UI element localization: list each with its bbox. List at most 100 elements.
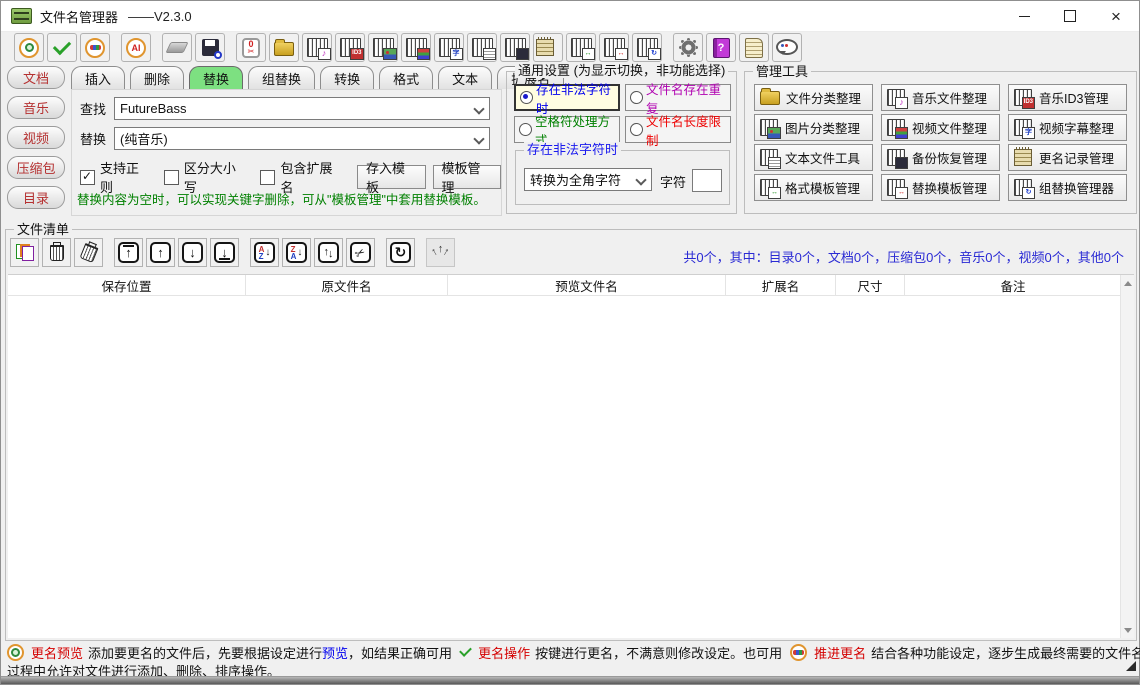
move-down-icon: ↓ <box>182 242 203 263</box>
tool-video-subtitle[interactable]: 字视频字幕整理 <box>1008 114 1127 141</box>
format-template-button[interactable] <box>566 33 596 62</box>
music-files-button[interactable]: ♪ <box>302 33 332 62</box>
option-space-handling[interactable]: 空格符处理方式 <box>514 116 620 143</box>
column-preview-name[interactable]: 预览文件名 <box>448 275 726 295</box>
tab-replace[interactable]: 替换 <box>189 66 243 89</box>
tool-text-tools[interactable]: 文本文件工具 <box>754 144 873 171</box>
find-input[interactable]: FutureBass <box>114 97 490 120</box>
move-top-button[interactable]: ↑ <box>114 238 143 267</box>
chevron-down-icon[interactable] <box>635 174 646 185</box>
tool-format-template[interactable]: 格式模板管理 <box>754 174 873 201</box>
tab-delete[interactable]: 删除 <box>130 66 184 89</box>
subtitle-button[interactable]: 字 <box>434 33 464 62</box>
move-down-button[interactable]: ↓ <box>178 238 207 267</box>
tab-insert[interactable]: 插入 <box>71 66 125 89</box>
preview-button[interactable] <box>14 33 44 62</box>
column-original-name[interactable]: 原文件名 <box>246 275 448 295</box>
delete-files-button[interactable] <box>42 238 71 267</box>
move-up-button[interactable]: ↑ <box>146 238 175 267</box>
resize-grip[interactable] <box>1126 661 1136 671</box>
rename-log-button[interactable] <box>533 33 563 62</box>
scroll-up-button[interactable] <box>1121 275 1134 291</box>
floppy-clock-icon <box>202 39 219 56</box>
tool-music-id3[interactable]: ID3音乐ID3管理 <box>1008 84 1127 111</box>
picture-stack-icon <box>760 119 778 136</box>
picture-files-button[interactable] <box>368 33 398 62</box>
ai-button[interactable]: AI <box>121 33 151 62</box>
tool-video-files[interactable]: 视频文件整理 <box>881 114 1000 141</box>
char-input[interactable] <box>692 169 722 192</box>
sort-asc-button[interactable]: AZ↓ <box>250 238 279 267</box>
replace-template-button[interactable] <box>599 33 629 62</box>
file-classify-button[interactable] <box>269 33 299 62</box>
subtitle-stack-icon: 字 <box>439 38 460 57</box>
column-save-path[interactable]: 保存位置 <box>8 275 246 295</box>
reverse-order-button[interactable]: ↑↓ <box>314 238 343 267</box>
tab-convert[interactable]: 转换 <box>320 66 374 89</box>
management-tools-title: 管理工具 <box>753 64 811 79</box>
brush-button[interactable] <box>162 33 192 62</box>
tool-replace-template[interactable]: 替换模板管理 <box>881 174 1000 201</box>
replace-input[interactable]: (纯音乐) <box>114 127 490 150</box>
tool-group-replace[interactable]: 组替换管理器 <box>1008 174 1127 201</box>
help-button[interactable]: ? <box>706 33 736 62</box>
text-files-button[interactable] <box>467 33 497 62</box>
save-template-button[interactable]: 存入模板 <box>357 165 426 189</box>
function-tabs: 插入 删除 替换 组替换 转换 格式 文本 扩展名 <box>71 66 569 89</box>
backup-button[interactable] <box>500 33 530 62</box>
minimize-button[interactable] <box>1001 1 1047 31</box>
about-button[interactable] <box>772 33 802 62</box>
maximize-button[interactable] <box>1047 1 1093 31</box>
tool-file-classify[interactable]: 文件分类整理 <box>754 84 873 111</box>
chevron-down-icon[interactable] <box>473 103 484 114</box>
spread-arrows-icon: ↑↑↑ <box>432 247 449 258</box>
tab-text[interactable]: 文本 <box>438 66 492 89</box>
advance-rename-button[interactable] <box>80 33 110 62</box>
option-length-limit[interactable]: 文件名长度限制 <box>625 116 731 143</box>
tool-music-files[interactable]: ♪音乐文件整理 <box>881 84 1000 111</box>
license-button[interactable] <box>739 33 769 62</box>
scroll-down-button[interactable] <box>1121 622 1134 638</box>
spread-rename-button[interactable]: ↑↑↑ <box>426 238 455 267</box>
clear-files-button[interactable] <box>74 238 103 267</box>
text-stack-icon <box>472 38 493 57</box>
trim-button[interactable]: 0 <box>236 33 266 62</box>
rename-button[interactable] <box>47 33 77 62</box>
app-icon <box>11 8 32 24</box>
option-duplicate-name[interactable]: 文件名存在重复 <box>625 84 731 111</box>
vertical-scrollbar[interactable] <box>1120 275 1134 638</box>
tool-rename-log[interactable]: 更名记录管理 <box>1008 144 1127 171</box>
tool-backup-restore[interactable]: 备份恢复管理 <box>881 144 1000 171</box>
shuffle-button[interactable]: ✂ <box>346 238 375 267</box>
tool-picture-classify[interactable]: 图片分类整理 <box>754 114 873 141</box>
sort-desc-button[interactable]: ZA↓ <box>282 238 311 267</box>
column-size[interactable]: 尺寸 <box>836 275 905 295</box>
column-note[interactable]: 备注 <box>905 275 1122 295</box>
sidebar-item-docs[interactable]: 文档 <box>7 66 65 89</box>
sidebar-item-archive[interactable]: 压缩包 <box>7 156 65 179</box>
file-list-title: 文件清单 <box>14 222 72 237</box>
replace-panel: 查找 FutureBass 替换 (纯音乐) 支持正则 区分大小写 包含扩展名 … <box>71 89 502 216</box>
sidebar-item-music[interactable]: 音乐 <box>7 96 65 119</box>
close-button[interactable]: × <box>1093 1 1139 31</box>
move-up-icon: ↑ <box>150 242 171 263</box>
refresh-button[interactable]: ↻ <box>386 238 415 267</box>
settings-button[interactable] <box>673 33 703 62</box>
id3-stack-icon: ID3 <box>1014 89 1032 106</box>
illegal-char-action-select[interactable]: 转换为全角字符 <box>524 168 652 191</box>
speech-bubble-icon <box>776 39 798 55</box>
tab-group-replace[interactable]: 组替换 <box>248 66 315 89</box>
column-extension[interactable]: 扩展名 <box>726 275 836 295</box>
add-files-button[interactable] <box>10 238 39 267</box>
group-replace-button[interactable] <box>632 33 662 62</box>
tab-format[interactable]: 格式 <box>379 66 433 89</box>
video-files-button[interactable] <box>401 33 431 62</box>
chevron-down-icon[interactable] <box>473 133 484 144</box>
sidebar-item-directory[interactable]: 目录 <box>7 186 65 209</box>
option-illegal-chars[interactable]: 存在非法字符时 <box>514 84 620 111</box>
music-id3-button[interactable]: ID3 <box>335 33 365 62</box>
manage-template-button[interactable]: 模板管理 <box>433 165 502 189</box>
save-scheme-button[interactable] <box>195 33 225 62</box>
move-bottom-button[interactable]: ↓ <box>210 238 239 267</box>
sidebar-item-video[interactable]: 视频 <box>7 126 65 149</box>
